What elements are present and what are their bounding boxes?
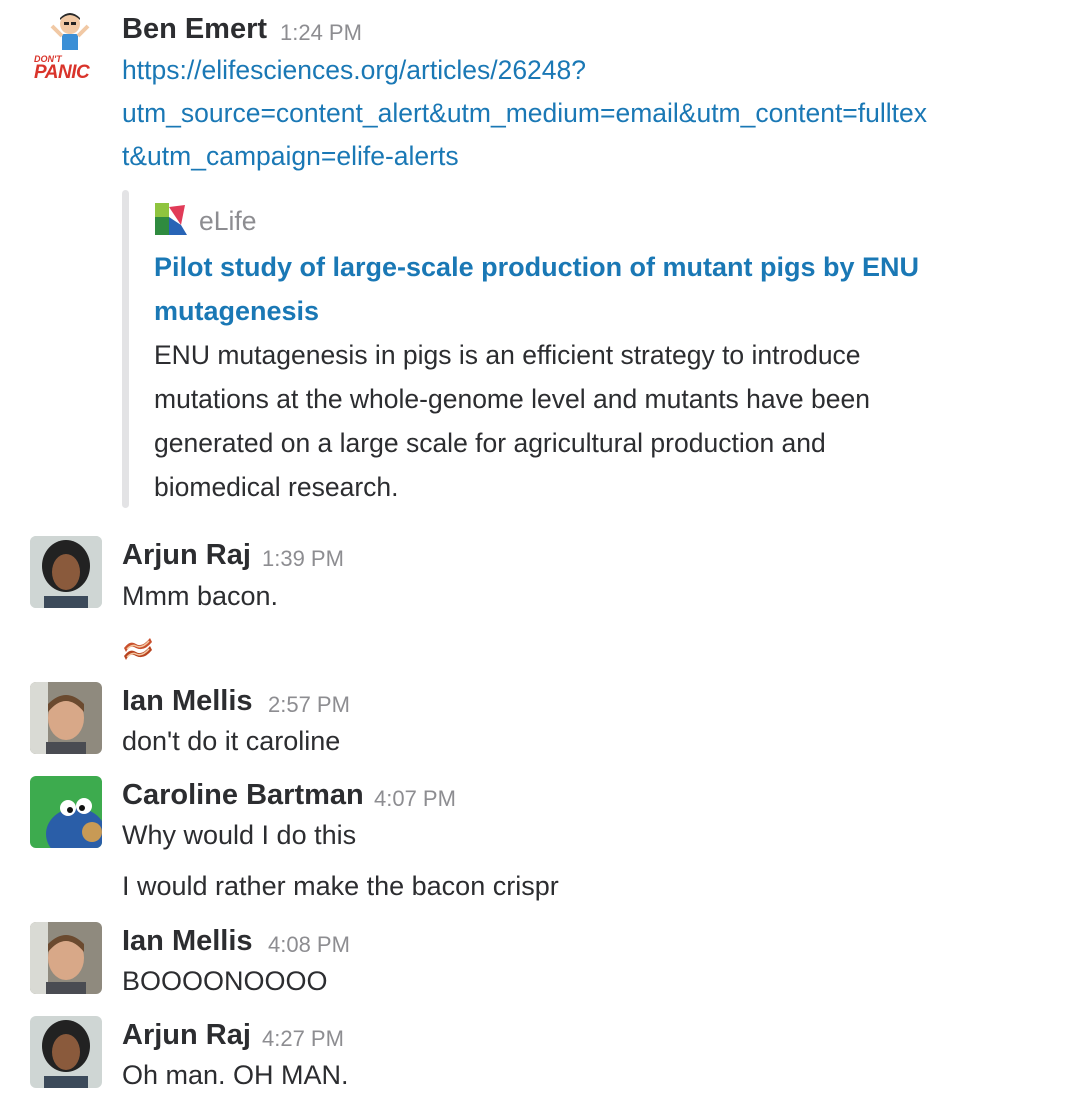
person-photo-icon [30,682,102,754]
author-name[interactable]: Arjun Raj [122,539,251,572]
attachment-description-line: mutations at the whole-genome level and … [154,384,870,414]
attachment-description-line: ENU mutagenesis in pigs is an efficient … [154,340,861,370]
attachment-description-line: biomedical research. [154,472,399,502]
cookie-monster-icon [30,776,102,848]
message-link-line[interactable]: t&utm_campaign=elife-alerts [122,141,459,172]
avatar-ian-mellis[interactable] [30,922,102,994]
timestamp[interactable]: 4:08 PM [268,932,350,958]
elife-logo-icon [155,203,187,235]
avatar-arjun-raj[interactable] [30,536,102,608]
message-text: BOOOONOOOO [122,966,328,996]
message-text: don't do it caroline [122,726,341,756]
author-name[interactable]: Caroline Bartman [122,779,364,812]
author-name[interactable]: Ian Mellis [122,685,253,718]
author-name[interactable]: Ian Mellis [122,925,253,958]
timestamp[interactable]: 1:39 PM [262,546,344,572]
attachment-description-line: generated on a large scale for agricultu… [154,428,826,458]
timestamp[interactable]: 4:07 PM [374,786,456,812]
message-link-line[interactable]: utm_source=content_alert&utm_medium=emai… [122,98,927,129]
person-photo-icon [30,922,102,994]
avatar-caption-large: PANIC [34,62,90,83]
timestamp[interactable]: 1:24 PM [280,20,362,46]
person-photo-icon [30,536,102,608]
attachment-source[interactable]: eLife [199,206,256,237]
avatar-ben-emert[interactable]: DON'T PANIC [30,10,102,83]
author-name[interactable]: Arjun Raj [122,1019,251,1052]
bacon-emoji-icon [122,630,154,662]
attachment-title-line[interactable]: mutagenesis [154,296,319,327]
avatar-arjun-raj[interactable] [30,1016,102,1088]
message-text: Mmm bacon. [122,581,279,611]
attachment-title-line[interactable]: Pilot study of large-scale production of… [154,252,919,283]
person-photo-icon [30,1016,102,1088]
message-link-line[interactable]: https://elifesciences.org/articles/26248… [122,55,586,86]
attachment-bar [122,190,129,508]
avatar-caroline-bartman[interactable] [30,776,102,848]
author-name[interactable]: Ben Emert [122,13,267,46]
message-text: Why would I do this [122,820,357,850]
message-text: I would rather make the bacon crispr [122,871,559,901]
timestamp[interactable]: 4:27 PM [262,1026,344,1052]
message-text: Oh man. OH MAN. [122,1060,349,1090]
timestamp[interactable]: 2:57 PM [268,692,350,718]
avatar-ian-mellis[interactable] [30,682,102,754]
